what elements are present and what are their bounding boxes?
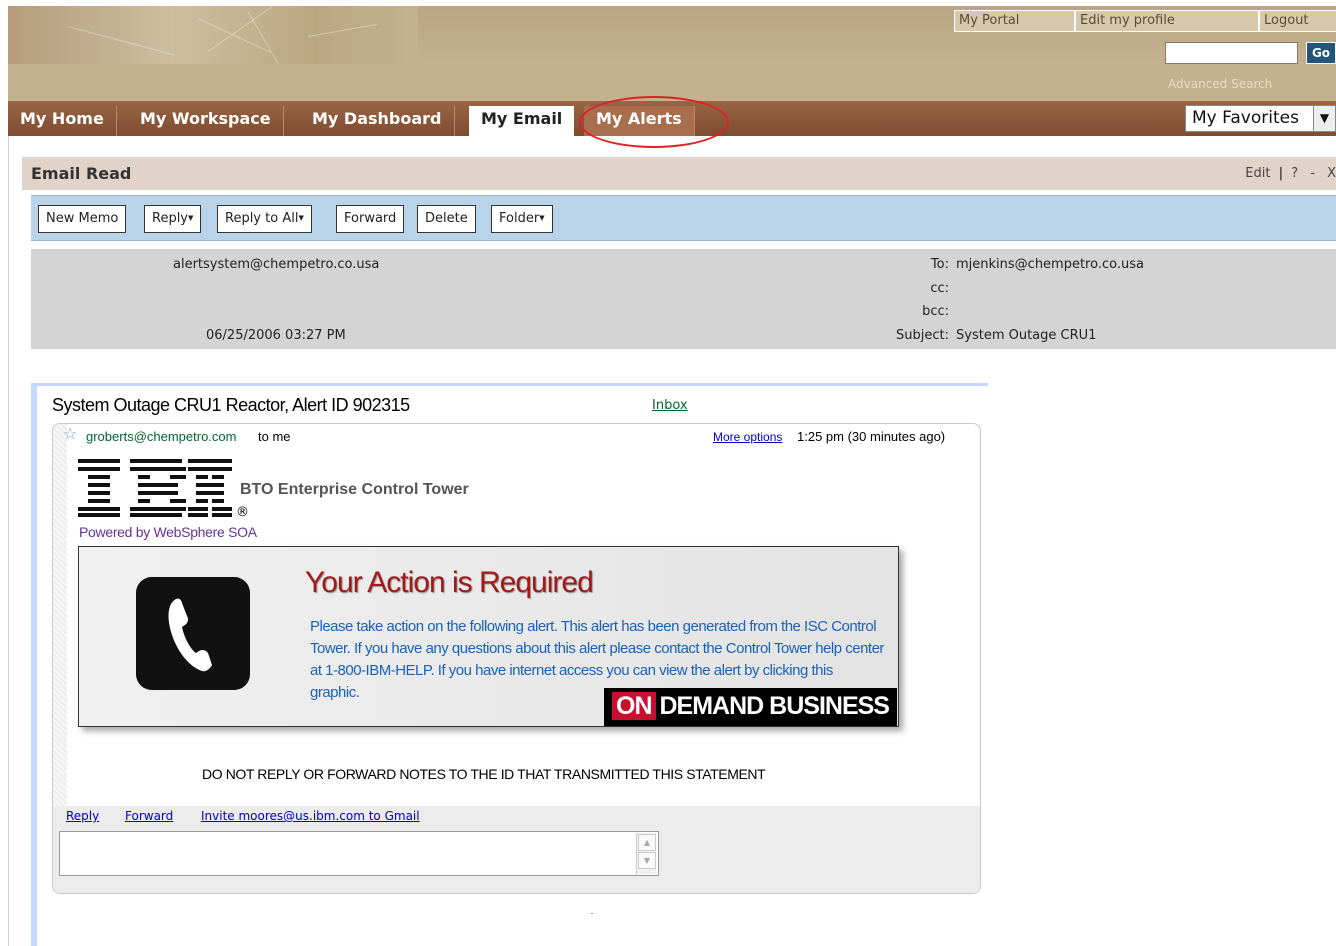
my-portal-link[interactable]: My Portal xyxy=(954,10,1075,32)
bcc-label: bcc: xyxy=(922,304,949,319)
tab-my-alerts[interactable]: My Alerts xyxy=(584,106,695,136)
gmail-recipient: to me xyxy=(258,429,291,444)
control-tower-title: BTO Enterprise Control Tower xyxy=(240,481,469,498)
email-toolbar: New Memo Reply▼ Reply to All▼ Forward De… xyxy=(31,195,1336,241)
minimize-icon[interactable]: - xyxy=(1310,166,1315,181)
stray-dot xyxy=(591,913,593,914)
star-icon[interactable]: ☆ xyxy=(63,424,77,443)
tab-my-home[interactable]: My Home xyxy=(8,106,117,136)
quick-reply-textarea[interactable] xyxy=(59,831,659,876)
gmail-forward-link[interactable]: Forward xyxy=(125,809,173,823)
no-reply-notice: DO NOT REPLY OR FORWARD NOTES TO THE ID … xyxy=(202,766,766,782)
ibm-logo xyxy=(78,459,232,517)
dropdown-arrow-icon: ▼ xyxy=(188,214,194,222)
phone-icon xyxy=(136,577,250,690)
delete-label: Delete xyxy=(425,211,468,226)
delete-button[interactable]: Delete xyxy=(417,205,476,233)
reply-label: Reply xyxy=(152,211,189,226)
tab-my-dashboard[interactable]: My Dashboard xyxy=(300,106,455,136)
tab-my-email[interactable]: My Email xyxy=(469,106,575,136)
dropdown-arrow-icon: ▼ xyxy=(298,214,304,222)
to-label: To: xyxy=(930,257,949,272)
favorites-selected-value: My Favorites xyxy=(1192,108,1299,128)
textarea-scrollbar[interactable]: ▲ ▼ xyxy=(636,833,656,874)
inbox-label-link[interactable]: Inbox xyxy=(652,398,688,413)
gmail-subject: System Outage CRU1 Reactor, Alert ID 902… xyxy=(52,395,410,415)
action-title: Your Action is Required xyxy=(305,566,594,599)
portlet-edit-link[interactable]: Edit xyxy=(1245,166,1270,181)
close-icon[interactable]: X xyxy=(1327,166,1336,181)
message-header: alertsystem@chempetro.co.usa 06/25/2006 … xyxy=(31,249,1336,349)
edit-profile-link[interactable]: Edit my profile xyxy=(1075,10,1259,32)
powered-by-text: Powered by WebSphere SOA xyxy=(79,524,257,540)
advanced-search-link[interactable]: Advanced Search xyxy=(1168,77,1272,91)
banner-artwork xyxy=(8,6,418,64)
gmail-reply-link[interactable]: Reply xyxy=(66,809,99,823)
go-button[interactable]: Go xyxy=(1306,42,1336,64)
on-demand-on-label: ON xyxy=(612,692,656,720)
reply-all-button[interactable]: Reply to All▼ xyxy=(217,205,312,233)
chevron-down-icon[interactable]: ▼ xyxy=(1313,106,1335,131)
top-links: My Portal Edit my profile Logout xyxy=(954,10,1336,32)
scroll-up-icon[interactable]: ▲ xyxy=(638,834,656,851)
more-options-link[interactable]: More options xyxy=(713,430,782,444)
sent-date: 06/25/2006 03:27 PM xyxy=(206,328,346,343)
gmail-time: 1:25 pm (30 minutes ago) xyxy=(797,429,946,444)
reply-all-label: Reply to All xyxy=(225,211,299,226)
main-tab-bar: My Home My Workspace My Dashboard My Ema… xyxy=(8,101,1336,136)
to-value: mjenkins@chempetro.co.usa xyxy=(956,257,1144,272)
new-memo-button[interactable]: New Memo xyxy=(38,205,127,233)
subject-value: System Outage CRU1 xyxy=(956,328,1097,343)
dropdown-arrow-icon: ▼ xyxy=(539,214,545,222)
portlet-title-bar: Email Read Edit |? - X xyxy=(22,157,1336,190)
sender-address: alertsystem@chempetro.co.usa xyxy=(173,257,380,272)
on-demand-business-badge: ON DEMAND BUSINESS xyxy=(604,688,897,726)
on-demand-text: DEMAND BUSINESS xyxy=(659,692,890,720)
folder-label: Folder xyxy=(499,211,540,226)
portlet-controls: Edit |? - X xyxy=(1245,166,1336,181)
tab-my-workspace[interactable]: My Workspace xyxy=(128,106,284,136)
folder-button[interactable]: Folder▼ xyxy=(491,205,553,233)
invite-to-gmail-link[interactable]: Invite moores@us.ibm.com to Gmail xyxy=(201,809,420,823)
new-memo-label: New Memo xyxy=(46,211,119,226)
favorites-select[interactable]: My Favorites ▼ xyxy=(1185,105,1336,132)
forward-label: Forward xyxy=(344,211,397,226)
cc-label: cc: xyxy=(930,281,949,296)
search-input[interactable] xyxy=(1165,42,1298,64)
scroll-down-icon[interactable]: ▼ xyxy=(638,852,656,869)
left-rule xyxy=(8,136,9,946)
subject-label: Subject: xyxy=(896,328,949,343)
portlet-title: Email Read xyxy=(31,164,132,183)
logout-link[interactable]: Logout xyxy=(1259,10,1336,32)
forward-button[interactable]: Forward xyxy=(336,205,405,233)
reply-button[interactable]: Reply▼ xyxy=(144,205,202,233)
gmail-sender[interactable]: groberts@chempetro.com xyxy=(86,429,236,444)
help-icon[interactable]: ? xyxy=(1291,166,1298,181)
registered-mark: ® xyxy=(236,505,249,520)
